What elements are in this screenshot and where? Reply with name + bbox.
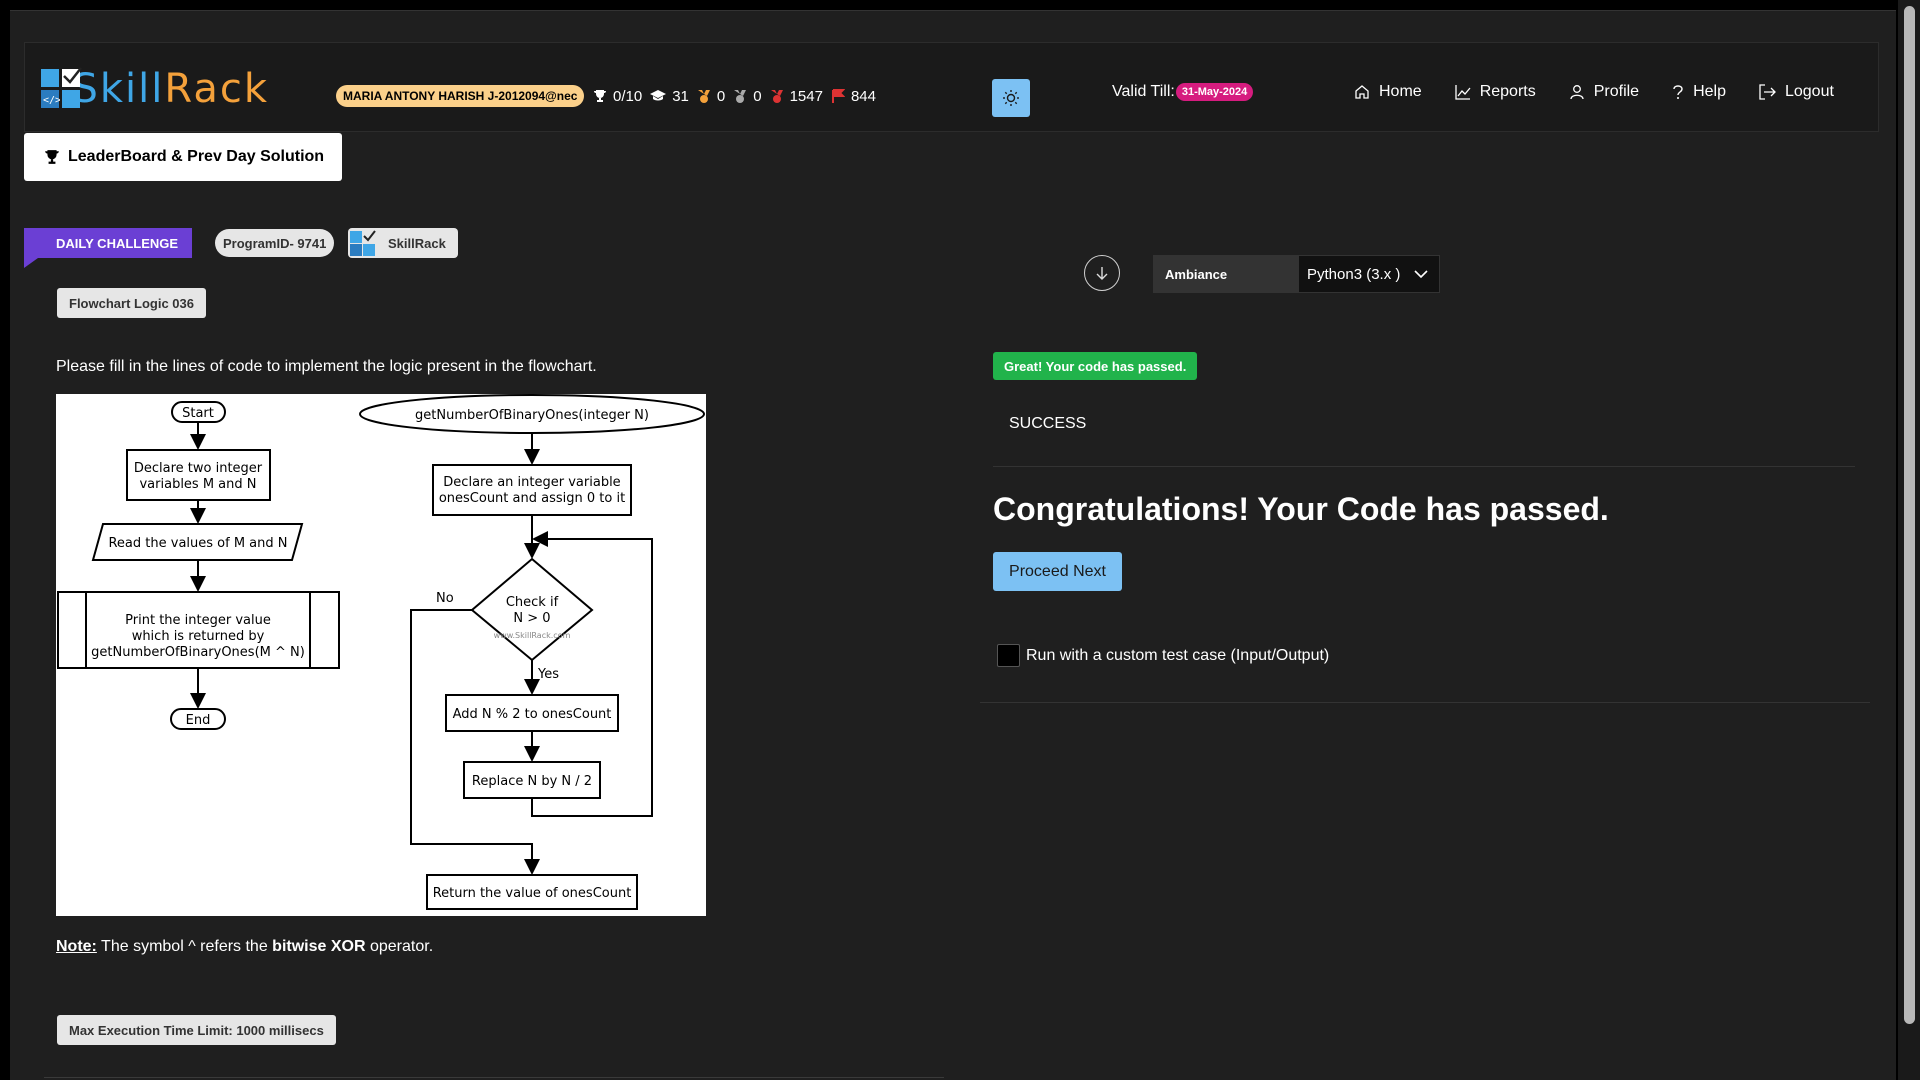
fc-return: Return the value of onesCount — [433, 886, 632, 901]
red-medal-icon — [770, 89, 783, 103]
graduation-cap-icon — [650, 90, 667, 101]
trophy-icon — [594, 90, 606, 102]
page-scrollbar[interactable] — [1898, 0, 1920, 1080]
valid-date-badge: 31-May-2024 — [1175, 83, 1254, 101]
fc-declare-2: variables M and N — [139, 477, 256, 492]
logout-icon — [1759, 84, 1776, 100]
chart-icon — [1455, 85, 1471, 100]
stat-silver: 0 — [733, 88, 762, 105]
fc-declare-ones-2: onesCount and assign 0 to it — [439, 491, 625, 506]
status-text: SUCCESS — [1009, 415, 1087, 432]
trophy-icon — [45, 150, 59, 164]
time-limit-tag: Max Execution Time Limit: 1000 millisecs — [57, 1015, 336, 1045]
skillrack-logo[interactable]: </> SkillRack — [41, 66, 269, 112]
app-window: </> SkillRack MARIA ANTONY HARISH J-2012… — [10, 10, 1896, 1080]
language-select[interactable]: Python3 (3.x ) — [1298, 255, 1440, 293]
congrats-heading: Congratulations! Your Code has passed. — [993, 491, 1609, 527]
stat-flags: 844 — [831, 88, 876, 105]
fc-check-1: Check if — [506, 595, 559, 610]
top-header: </> SkillRack MARIA ANTONY HARISH J-2012… — [24, 42, 1879, 132]
stat-bronze: 1547 — [770, 88, 823, 105]
arrow-down-icon — [1096, 267, 1108, 280]
problem-title-tag: Flowchart Logic 036 — [57, 288, 206, 318]
fc-print-1: Print the integer value — [125, 613, 271, 628]
nav-help[interactable]: Help — [1672, 83, 1726, 101]
gold-medal-icon — [697, 89, 710, 103]
daily-challenge-ribbon: DAILY CHALLENGE — [24, 228, 192, 258]
fc-yes-label: Yes — [537, 667, 559, 682]
editor-theme-select[interactable]: Ambiance — [1153, 255, 1298, 293]
main-nav: Home Reports Profile Help Logout — [1354, 83, 1834, 101]
divider — [980, 702, 1870, 703]
divider — [44, 1077, 944, 1078]
user-stats: 0/10 31 0 0 1547 844 — [593, 85, 884, 107]
fc-print-2: which is returned by — [132, 629, 265, 644]
home-icon — [1355, 85, 1369, 99]
problem-description: Please fill in the lines of code to impl… — [56, 358, 597, 375]
fc-declare-1: Declare two integer — [134, 461, 263, 476]
nav-logout[interactable]: Logout — [1759, 83, 1834, 101]
logo-mark-icon: </> — [41, 67, 82, 109]
leaderboard-button[interactable]: LeaderBoard & Prev Day Solution — [24, 133, 342, 181]
fc-check-2: N > 0 — [513, 611, 550, 626]
scrollbar-thumb[interactable] — [1904, 6, 1915, 1024]
custom-test-toggle[interactable]: Run with a custom test case (Input/Outpu… — [997, 644, 1329, 667]
fc-start: Start — [182, 406, 214, 421]
custom-test-checkbox[interactable] — [997, 644, 1020, 667]
svg-text:</>: </> — [43, 95, 60, 106]
source-badge: SkillRack — [348, 228, 458, 258]
fc-add: Add N % 2 to onesCount — [453, 707, 612, 722]
chevron-down-icon — [1414, 270, 1428, 279]
logo-text: SkillRack — [72, 66, 269, 112]
stat-programs-solved: 0/10 — [593, 88, 642, 105]
user-badge: MARIA ANTONY HARISH J-2012094@nec — [336, 85, 585, 107]
fc-watermark: www.SkillRack.com — [494, 631, 571, 640]
fc-read: Read the values of M and N — [108, 536, 287, 551]
fc-declare-ones-1: Declare an integer variable — [443, 475, 620, 490]
skillrack-mini-logo-icon — [350, 229, 378, 257]
silver-medal-icon — [734, 89, 747, 103]
ribbon-tail — [24, 258, 38, 268]
passed-badge: Great! Your code has passed. — [993, 352, 1198, 380]
stat-gold: 0 — [697, 88, 725, 105]
nav-home[interactable]: Home — [1354, 83, 1422, 101]
fc-func: getNumberOfBinaryOnes(integer N) — [415, 408, 649, 423]
validity: Valid Till: 31-May-2024 — [1112, 83, 1254, 101]
note-text: Note: The symbol ^ refers the bitwise XO… — [56, 938, 434, 955]
valid-label: Valid Till: — [1112, 83, 1175, 100]
fc-replace: Replace N by N / 2 — [472, 774, 592, 789]
nav-profile[interactable]: Profile — [1569, 83, 1639, 101]
flowchart-image: Start Declare two integer variables M an… — [56, 394, 706, 916]
fc-no-label: No — [436, 591, 454, 606]
program-id-badge: ProgramID- 9741 — [215, 229, 335, 257]
scroll-down-button[interactable] — [1084, 255, 1120, 291]
nav-reports[interactable]: Reports — [1455, 83, 1536, 101]
fc-print-3: getNumberOfBinaryOnes(M ^ N) — [91, 645, 305, 660]
help-icon — [1673, 85, 1683, 99]
theme-toggle-button[interactable] — [992, 79, 1030, 117]
stat-certificates: 31 — [650, 88, 689, 105]
user-icon — [1570, 85, 1584, 100]
sun-icon — [1003, 90, 1019, 106]
fc-end: End — [186, 713, 211, 728]
custom-test-label: Run with a custom test case (Input/Outpu… — [1026, 646, 1330, 664]
divider — [993, 466, 1855, 467]
proceed-next-button[interactable]: Proceed Next — [993, 552, 1122, 591]
flag-icon — [831, 89, 845, 103]
